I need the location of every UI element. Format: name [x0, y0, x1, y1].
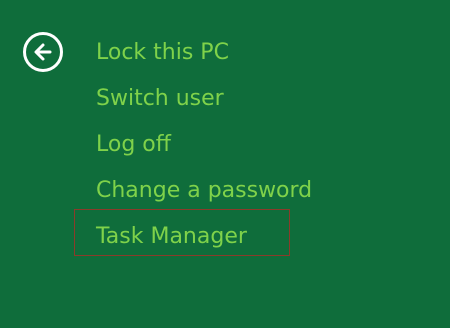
change-password-option[interactable]: Change a password	[96, 168, 312, 214]
back-button[interactable]	[23, 32, 63, 72]
security-options-menu: Lock this PC Switch user Log off Change …	[73, 30, 312, 260]
back-arrow-icon	[34, 43, 52, 61]
log-off-option[interactable]: Log off	[96, 122, 312, 168]
task-manager-option[interactable]: Task Manager	[73, 209, 312, 260]
switch-user-option[interactable]: Switch user	[96, 76, 312, 122]
security-options-screen: Lock this PC Switch user Log off Change …	[0, 0, 450, 328]
lock-this-pc-option[interactable]: Lock this PC	[96, 30, 312, 76]
